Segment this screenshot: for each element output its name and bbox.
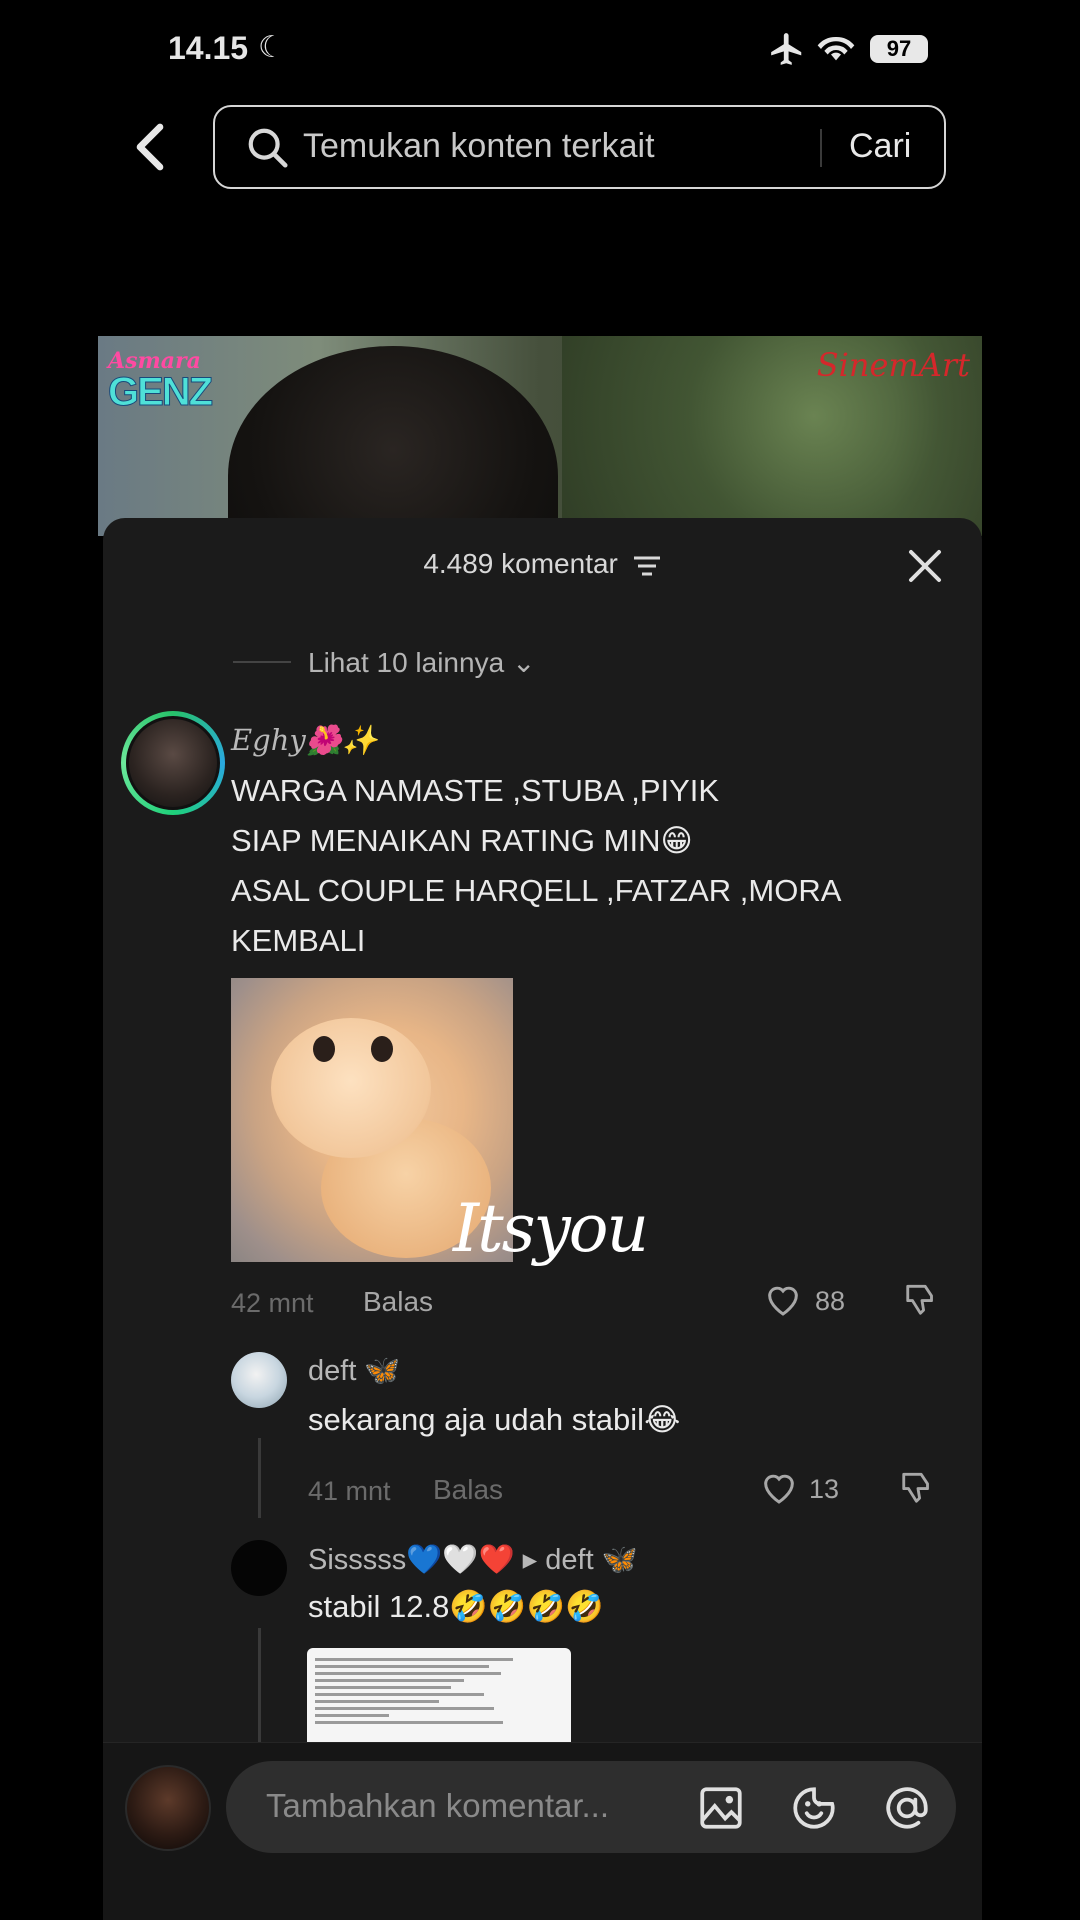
reply-text: stabil 12.8🤣🤣🤣🤣 [308, 1589, 604, 1624]
sticker-icon[interactable] [789, 1783, 839, 1833]
reply-image[interactable] [307, 1648, 571, 1748]
comment-time: 42 mnt [231, 1288, 314, 1318]
comment-input-placeholder: Tambahkan komentar... [266, 1787, 610, 1824]
thread-line [258, 1628, 261, 1748]
wifi-icon [817, 36, 855, 61]
status-time: 14.15 [168, 30, 249, 66]
avatar[interactable] [231, 1352, 287, 1408]
avatar[interactable] [231, 1540, 287, 1596]
like-count: 13 [809, 1474, 840, 1504]
reply-username[interactable]: Sisssss💙🤍❤️ ▸ deft 🦋 [308, 1542, 638, 1577]
show-logo-bottom: GENZ [108, 370, 214, 414]
reply-button[interactable]: Balas [363, 1286, 433, 1318]
watermark: Itsyou [453, 1190, 649, 1267]
heart-icon[interactable] [759, 1468, 799, 1506]
view-more-label: Lihat 10 lainnya [308, 647, 505, 678]
thread-line [258, 1438, 261, 1518]
show-logo: Asmara GENZ [108, 348, 228, 414]
video-player[interactable]: Asmara GENZ SinemArt [98, 336, 982, 536]
mention-icon[interactable] [882, 1783, 932, 1833]
search-button[interactable]: Cari [849, 127, 911, 166]
status-bar: 14.15 ☾ 97 [0, 0, 1080, 100]
reply-username[interactable]: deft 🦋 [308, 1354, 401, 1388]
search-input[interactable]: Temukan konten terkait [303, 127, 655, 166]
comment-username[interactable]: Eghy🌺✨ [231, 723, 378, 758]
avatar[interactable] [121, 711, 225, 815]
view-more-replies[interactable]: Lihat 10 lainnya ⌄ [308, 646, 535, 679]
close-icon[interactable] [905, 546, 945, 586]
chevron-down-icon: ⌄ [511, 647, 536, 678]
dislike-icon[interactable] [903, 1280, 941, 1318]
comment-count: 4.489 komentar [423, 548, 618, 579]
airplane-mode-icon [771, 33, 802, 65]
reply-text: sekarang aja udah stabil😂 [308, 1402, 681, 1437]
brand-logo: SinemArt [816, 346, 970, 384]
heart-icon[interactable] [763, 1280, 803, 1318]
moon-icon: ☾ [258, 31, 285, 64]
search-bar[interactable]: Temukan konten terkait Cari [213, 105, 946, 189]
dislike-icon[interactable] [899, 1468, 937, 1506]
reply-button[interactable]: Balas [433, 1474, 503, 1506]
search-icon [248, 128, 288, 168]
avatar[interactable] [125, 1765, 211, 1851]
comments-sheet: 4.489 komentar Lihat 10 lainnya ⌄ Eghy🌺✨… [103, 518, 982, 1748]
comment-composer: Tambahkan komentar... [103, 1742, 982, 1920]
comment-input[interactable]: Tambahkan komentar... [226, 1761, 956, 1853]
comments-header: 4.489 komentar [103, 548, 982, 580]
battery-icon: 97 [870, 35, 928, 63]
divider [233, 661, 291, 663]
back-arrow-icon[interactable] [130, 122, 170, 172]
search-divider [820, 129, 822, 167]
video-subject [228, 346, 558, 536]
image-icon[interactable] [696, 1783, 746, 1833]
filter-icon[interactable] [632, 555, 662, 577]
comment-text: WARGA NAMASTE ,STUBA ,PIYIK SIAP MENAIKA… [231, 766, 951, 966]
like-count: 88 [815, 1286, 846, 1316]
comment-text-body: WARGA NAMASTE ,STUBA ,PIYIK SIAP MENAIKA… [231, 773, 840, 958]
reply-time: 41 mnt [308, 1476, 391, 1506]
